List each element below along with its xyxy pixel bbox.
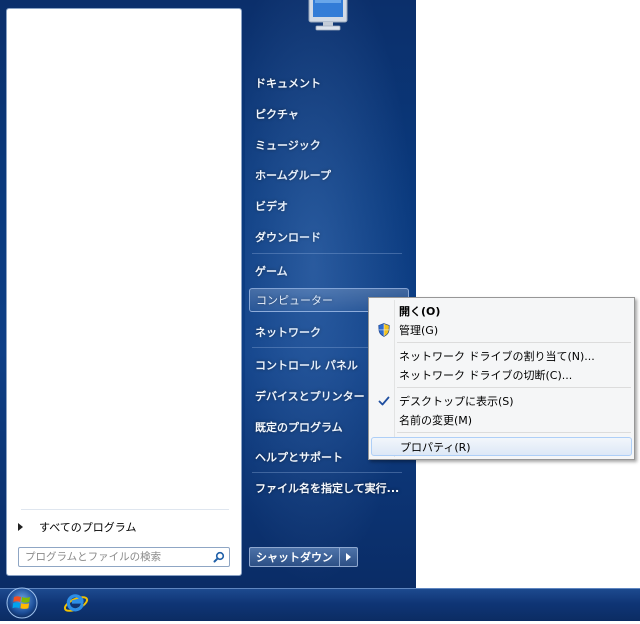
uac-shield-icon [377, 322, 391, 337]
item-label: ピクチャ [255, 108, 299, 121]
right-item-pictures[interactable]: ピクチャ [249, 102, 409, 126]
start-menu-left-pane: すべてのプログラム [6, 8, 242, 576]
context-item-label: デスクトップに表示(S) [399, 394, 514, 408]
context-item-label: 名前の変更(M) [399, 413, 473, 427]
computer-monitor-icon [301, 0, 353, 32]
context-item-open[interactable]: 開く(O) [371, 301, 632, 320]
item-label: ヘルプとサポート [255, 451, 343, 464]
checkmark-icon [377, 394, 391, 408]
right-item-documents[interactable]: ドキュメント [249, 71, 409, 95]
right-triangle-icon [346, 553, 351, 561]
shutdown-label: シャットダウン [256, 551, 333, 564]
item-label: ホームグループ [255, 169, 332, 182]
shutdown-button[interactable]: シャットダウン [249, 547, 340, 567]
windows-orb-icon[interactable] [4, 586, 40, 620]
context-item-properties[interactable]: プロパティ(R) [371, 437, 632, 456]
item-label: 既定のプログラム [255, 421, 343, 434]
context-item-rename[interactable]: 名前の変更(M) [371, 410, 632, 429]
item-label: ミュージック [255, 139, 321, 152]
divider [397, 342, 631, 343]
divider [397, 387, 631, 388]
right-item-games[interactable]: ゲーム [249, 259, 409, 283]
item-label: コンピューター [256, 294, 333, 307]
item-label: ファイル名を指定して実行... [255, 482, 400, 495]
magnifier-icon[interactable] [211, 549, 227, 565]
item-label: ビデオ [255, 200, 288, 213]
internet-explorer-icon[interactable] [62, 588, 90, 618]
context-item-map-network-drive[interactable]: ネットワーク ドライブの割り当て(N)... [371, 346, 632, 365]
context-item-label: プロパティ(R) [400, 440, 471, 454]
item-label: ゲーム [255, 265, 288, 278]
divider [252, 472, 402, 473]
divider [252, 253, 402, 254]
recent-programs-list [7, 9, 241, 509]
item-label: ダウンロード [255, 231, 321, 244]
item-label: ドキュメント [255, 77, 321, 90]
all-programs-label: すべてのプログラム [39, 521, 137, 534]
context-item-label: 管理(G) [399, 323, 439, 337]
all-programs-button[interactable]: すべてのプログラム [13, 515, 235, 539]
shutdown-options-button[interactable] [340, 547, 358, 567]
context-item-disconnect-network-drive[interactable]: ネットワーク ドライブの切断(C)... [371, 365, 632, 384]
shutdown-group: シャットダウン [249, 547, 358, 567]
context-item-label: ネットワーク ドライブの切断(C)... [399, 368, 573, 382]
item-label: コントロール パネル [255, 359, 358, 372]
taskbar [0, 588, 640, 621]
divider [397, 432, 631, 433]
right-item-homegroup[interactable]: ホームグループ [249, 163, 409, 187]
right-item-downloads[interactable]: ダウンロード [249, 225, 409, 249]
item-label: デバイスとプリンター [255, 390, 365, 403]
right-item-videos[interactable]: ビデオ [249, 194, 409, 218]
context-menu: 開く(O) 管理(G) ネットワーク ドライブの割り当て(N)... ネットワー… [368, 297, 635, 460]
context-item-label: ネットワーク ドライブの割り当て(N)... [399, 349, 595, 363]
divider [21, 509, 229, 510]
search-box[interactable] [18, 547, 230, 567]
context-item-label: 開く(O) [399, 304, 441, 318]
right-item-music[interactable]: ミュージック [249, 133, 409, 157]
context-item-manage[interactable]: 管理(G) [371, 320, 632, 339]
context-item-show-on-desktop[interactable]: デスクトップに表示(S) [371, 391, 632, 410]
search-input[interactable] [19, 549, 211, 565]
right-triangle-icon [18, 523, 23, 531]
right-item-run[interactable]: ファイル名を指定して実行... [249, 476, 409, 500]
start-menu: すべてのプログラム ドキュメント ピクチャ ミュージック ホームグループ ビデオ… [0, 0, 416, 588]
item-label: ネットワーク [255, 326, 321, 339]
